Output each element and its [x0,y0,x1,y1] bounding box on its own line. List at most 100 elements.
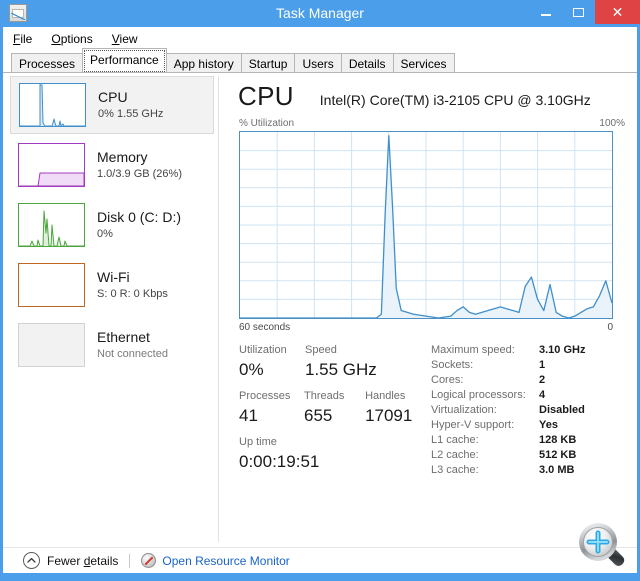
title-bar: Task Manager ✕ [0,0,640,27]
sidebar-item-label: Ethernet [97,328,150,345]
sidebar-wifi-text: Wi-Fi S: 0 R: 0 Kbps [97,269,168,302]
tab-startup[interactable]: Startup [240,53,296,74]
bottom-bar: Fewer details Open Resource Monitor [3,547,637,573]
open-resource-monitor-link[interactable]: Open Resource Monitor [162,554,289,568]
spec-value: 3.10 GHz [539,344,586,356]
sidebar-item-disk-0[interactable]: Disk 0 (C: D:) 0% [10,196,214,254]
cpu-stats: Utilization 0% Speed 1.55 GHz Processes … [239,343,434,474]
tab-users[interactable]: Users [294,53,342,74]
fewer-details-button[interactable]: Fewer details [47,554,118,568]
cpu-specifications: Maximum speed: 3.10 GHz Sockets: 1 Cores: 2… [431,343,631,478]
menu-bar: File Options View [3,27,637,50]
sidebar-disk-text: Disk 0 (C: D:) 0% [97,209,181,242]
spec-value: 512 KB [539,449,577,461]
chevron-up-icon[interactable] [23,552,40,569]
cpu-thumbnail-graph [19,83,86,127]
sidebar-cpu-text: CPU 0% 1.55 GHz [98,89,163,122]
memory-thumbnail-graph [18,143,85,187]
sidebar-item-label: Wi-Fi [97,268,130,285]
spec-row: Logical processors: 4 [431,388,631,403]
cpu-utilization-graph [239,131,613,319]
spec-value: 2 [539,374,546,386]
spec-label: Virtualization: [431,404,497,416]
spec-label: Logical processors: [431,389,526,401]
sidebar-memory-text: Memory 1.0/3.9 GB (26%) [97,149,182,182]
stat-label: Speed [305,344,337,356]
stat-label: Utilization [239,344,287,356]
spec-value: 1 [539,359,546,371]
sidebar-item-wi-fi[interactable]: Wi-Fi S: 0 R: 0 Kbps [10,256,214,314]
stat-value: 1.55 GHz [305,360,377,379]
sidebar-item-sublabel: S: 0 R: 0 Kbps [97,287,168,300]
tab-strip: Processes Performance App history Startup Us… [3,48,637,74]
close-button[interactable]: ✕ [595,0,640,24]
spec-value: Yes [539,419,558,431]
disk-thumbnail-graph [18,203,85,247]
spec-value: 4 [539,389,546,401]
spec-value: 3.0 MB [539,464,575,476]
sidebar-item-label: Disk 0 (C: D:) [97,208,181,225]
stat-label: Threads [304,390,345,402]
cpu-model-name: Intel(R) Core(TM) i3-2105 CPU @ 3.10GHz [319,92,591,108]
tab-details-label: Details [348,57,386,71]
tab-services[interactable]: Services [392,53,455,74]
stats-row-2: Processes 41 Threads 655 Handles 17091 [239,389,434,428]
menu-file-rest: ile [20,31,33,46]
spec-label: Cores: [431,374,464,386]
x-axis-right-label: 0 [607,322,613,333]
stat-threads: Threads 655 [304,389,365,428]
cpu-header: CPU Intel(R) Core(TM) i3-2105 CPU @ 3.10… [238,81,591,112]
task-manager-window: Task Manager ✕ File Options View Process… [0,0,640,581]
sidebar-item-cpu[interactable]: CPU 0% 1.55 GHz [10,76,214,134]
stat-utilization: Utilization 0% [239,343,305,382]
tab-services-label: Services [400,57,447,71]
stat-value: 41 [239,406,258,425]
stat-value: 0% [239,360,264,379]
maximize-button[interactable] [562,0,595,24]
spec-label: Sockets: [431,359,474,371]
stats-row-1: Utilization 0% Speed 1.55 GHz [239,343,434,382]
content-body: CPU 0% 1.55 GHz Memory 1.0/3.9 GB (26%) [3,73,637,547]
tab-details[interactable]: Details [340,53,394,74]
menu-view[interactable]: View [112,32,138,46]
wifi-thumbnail-graph [18,263,85,307]
spec-row: Maximum speed: 3.10 GHz [431,343,631,358]
stats-row-3: Up time 0:00:19:51 [239,435,434,474]
spec-value: Disabled [539,404,585,416]
sidebar-item-sublabel: 0% [97,227,113,240]
tab-app-history[interactable]: App history [165,53,242,74]
menu-view-accel: V [111,31,120,46]
spec-label: Hyper-V support: [431,419,515,431]
sidebar-ethernet-text: Ethernet Not connected [97,329,168,362]
menu-options-rest: ptions [60,31,93,46]
tab-processes[interactable]: Processes [11,53,84,74]
spec-label: Maximum speed: [431,344,515,356]
sidebar-item-sublabel: 1.0/3.9 GB (26%) [97,167,182,180]
stat-value: 0:00:19:51 [239,452,320,471]
fewer-details-post: etails [90,553,119,568]
menu-file[interactable]: File [13,32,32,46]
spec-label: L1 cache: [431,434,479,446]
spec-row: L2 cache: 512 KB [431,448,631,463]
spec-row: L1 cache: 128 KB [431,433,631,448]
resource-sidebar: CPU 0% 1.55 GHz Memory 1.0/3.9 GB (26%) [8,76,219,542]
tab-performance[interactable]: Performance [82,48,167,72]
sidebar-item-memory[interactable]: Memory 1.0/3.9 GB (26%) [10,136,214,194]
spec-value: 128 KB [539,434,577,446]
minimize-icon [540,13,551,16]
menu-options[interactable]: Options [51,32,92,46]
sidebar-item-ethernet[interactable]: Ethernet Not connected [10,316,214,374]
tab-startup-label: Startup [248,57,288,71]
bottom-bar-separator [129,553,131,568]
spec-row: L3 cache: 3.0 MB [431,463,631,478]
minimize-button[interactable] [529,0,562,24]
sidebar-item-sublabel: Not connected [97,347,168,360]
tab-processes-label: Processes [19,57,76,71]
spec-row: Hyper-V support: Yes [431,418,631,433]
tab-users-label: Users [302,57,334,71]
stat-value: 17091 [365,406,413,425]
graph-y-axis-labels: % Utilization 100% [239,118,625,129]
stat-value: 655 [304,406,333,425]
stat-processes: Processes 41 [239,389,304,428]
stat-label: Processes [239,390,291,402]
